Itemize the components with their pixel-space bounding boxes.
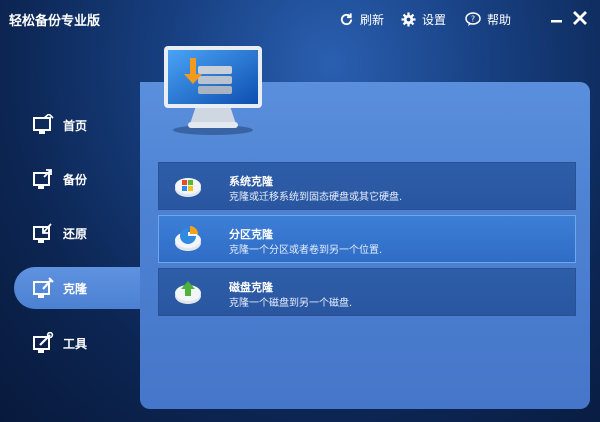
minimize-icon[interactable] [548, 9, 566, 27]
help-button[interactable]: ? 帮助 [465, 10, 511, 28]
clone-icon [33, 277, 54, 298]
disk-clone-desc: 克隆一个磁盘到另一个磁盘. [229, 298, 353, 309]
sidebar-item-label: 还原 [63, 226, 88, 241]
restore-icon [33, 223, 52, 243]
refresh-button[interactable]: 刷新 [339, 10, 384, 28]
system-clone-title: 系统克隆 [229, 175, 273, 188]
sidebar-item-label: 首页 [63, 118, 88, 133]
settings-button[interactable]: 设置 [401, 10, 446, 28]
disk-clone-option[interactable]: 磁盘克隆 克隆一个磁盘到另一个磁盘. [158, 268, 576, 316]
help-icon: ? [465, 11, 481, 26]
tools-icon [33, 332, 54, 353]
partition-clone-desc: 克隆一个分区或者卷到另一个位置. [229, 245, 383, 256]
refresh-icon [340, 12, 353, 25]
partition-clone-title: 分区克隆 [229, 228, 273, 241]
disk-clone-title: 磁盘克隆 [229, 281, 273, 294]
sidebar-item-clone[interactable]: 克隆 [14, 267, 140, 309]
gear-icon [401, 11, 416, 27]
refresh-label: 刷新 [360, 12, 385, 27]
sidebar-item-label: 克隆 [63, 281, 88, 296]
sidebar-item-label: 工具 [63, 336, 88, 351]
clone-monitor-illustration [164, 46, 262, 135]
partition-clone-option[interactable]: 分区克隆 克隆一个分区或者卷到另一个位置. [158, 215, 576, 263]
title-bar: 轻松备份专业版 刷新 设置 ? 帮助 [0, 0, 600, 40]
system-clone-option[interactable]: 系统克隆 克隆或迁移系统到固态硬盘或其它硬盘. [158, 162, 576, 210]
home-icon [33, 114, 54, 134]
sidebar-item-restore[interactable]: 还原 [14, 212, 140, 254]
close-icon[interactable] [571, 9, 589, 27]
disk-clone-icon [175, 281, 201, 304]
sidebar-item-home[interactable]: 首页 [14, 104, 140, 146]
svg-text:?: ? [471, 14, 475, 23]
app-title: 轻松备份专业版 [9, 14, 101, 29]
system-clone-icon [175, 178, 201, 197]
backup-icon [33, 169, 52, 189]
sidebar-item-label: 备份 [63, 172, 88, 187]
sidebar-item-backup[interactable]: 备份 [14, 158, 140, 200]
system-clone-desc: 克隆或迁移系统到固态硬盘或其它硬盘. [229, 192, 403, 203]
partition-clone-icon [175, 226, 201, 251]
help-label: 帮助 [487, 12, 512, 27]
sidebar-item-tools[interactable]: 工具 [14, 322, 140, 364]
settings-label: 设置 [422, 12, 447, 27]
